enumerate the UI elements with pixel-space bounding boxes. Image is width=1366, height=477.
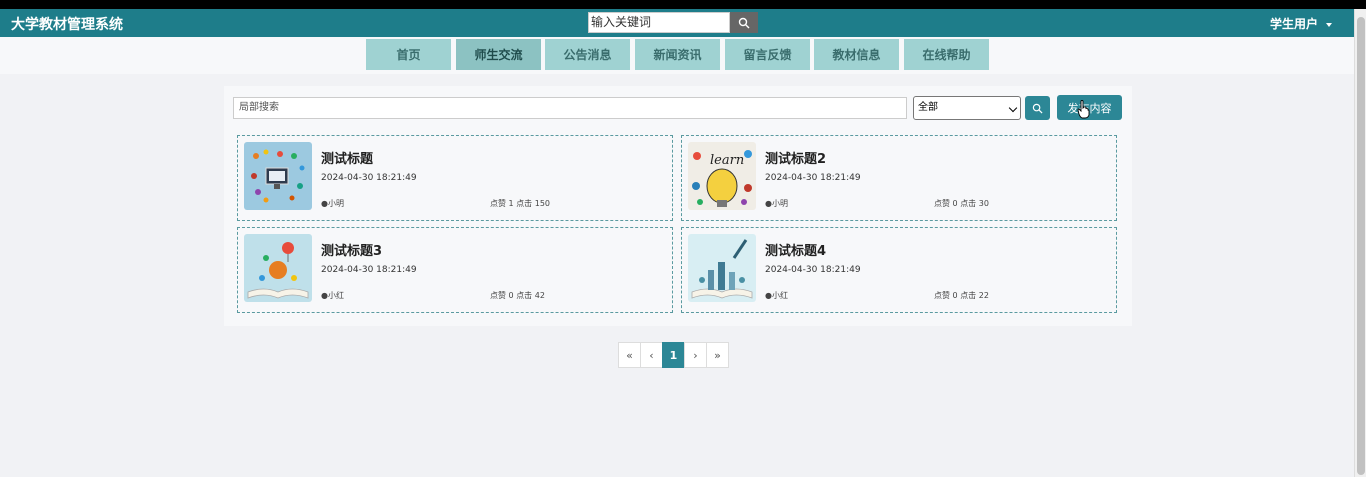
post-date: 2024-04-30 18:21:49 bbox=[321, 265, 417, 275]
hand-cursor-icon bbox=[1077, 100, 1090, 119]
search-button[interactable] bbox=[1025, 96, 1050, 120]
caret-down-icon bbox=[1326, 22, 1333, 27]
top-edge bbox=[0, 0, 1366, 9]
post-author: ●小红 bbox=[321, 291, 344, 300]
nav-announcements[interactable]: 公告消息 bbox=[545, 39, 630, 70]
post-title[interactable]: 测试标题2 bbox=[765, 148, 826, 167]
nav-feedback[interactable]: 留言反馈 bbox=[725, 39, 810, 70]
post-title[interactable]: 测试标题 bbox=[321, 148, 373, 167]
post-stats: 点赞 1 点击 150 bbox=[490, 199, 551, 208]
nav-news[interactable]: 新闻资讯 bbox=[635, 39, 720, 70]
scrollbar-thumb[interactable] bbox=[1357, 17, 1365, 475]
user-icon: ● bbox=[765, 199, 772, 208]
nav-communication[interactable]: 师生交流 bbox=[456, 39, 541, 70]
post-stats: 点赞 0 点击 30 bbox=[934, 199, 989, 208]
post-card[interactable]: 测试标题4 2024-04-30 18:21:49 ●小红 点赞 0 点击 22 bbox=[681, 227, 1117, 313]
header-search-input[interactable]: 输入关键词 bbox=[588, 12, 730, 33]
site-title: 大学教材管理系统 bbox=[11, 17, 123, 33]
user-label: 学生用户 bbox=[1270, 17, 1319, 31]
search-icon bbox=[1032, 103, 1043, 114]
post-author: ●小明 bbox=[321, 199, 344, 208]
local-search-input[interactable]: 局部搜索 bbox=[233, 97, 907, 119]
post-stats: 点赞 0 点击 42 bbox=[490, 291, 545, 300]
post-author: ●小红 bbox=[765, 291, 788, 300]
post-thumbnail[interactable] bbox=[244, 142, 312, 210]
user-menu[interactable]: 学生用户 bbox=[1270, 15, 1333, 32]
nav-help[interactable]: 在线帮助 bbox=[904, 39, 989, 70]
post-card[interactable]: 测试标题 2024-04-30 18:21:49 ●小明 点赞 1 点击 150 bbox=[237, 135, 673, 221]
post-title[interactable]: 测试标题3 bbox=[321, 240, 382, 259]
svg-text:learn: learn bbox=[710, 153, 744, 168]
page-prev-button[interactable]: ‹ bbox=[640, 342, 663, 368]
chevron-down-icon bbox=[1008, 103, 1018, 113]
nav-textbooks[interactable]: 教材信息 bbox=[814, 39, 899, 70]
category-select-value: 全部 bbox=[918, 102, 938, 113]
page-current-button[interactable]: 1 bbox=[662, 342, 685, 368]
post-thumbnail[interactable]: learn bbox=[688, 142, 756, 210]
post-title[interactable]: 测试标题4 bbox=[765, 240, 826, 259]
search-icon bbox=[738, 17, 750, 28]
scrollbar[interactable] bbox=[1354, 9, 1366, 477]
main-nav: 首页 师生交流 公告消息 新闻资讯 留言反馈 教材信息 在线帮助 bbox=[0, 37, 1354, 74]
user-icon: ● bbox=[321, 199, 328, 208]
nav-home[interactable]: 首页 bbox=[366, 39, 451, 70]
header-bar: 大学教材管理系统 输入关键词 学生用户 bbox=[0, 9, 1354, 37]
page-first-button[interactable]: « bbox=[618, 342, 641, 368]
user-icon: ● bbox=[321, 291, 328, 300]
header-search-button[interactable] bbox=[730, 12, 758, 33]
post-thumbnail[interactable] bbox=[244, 234, 312, 302]
post-stats: 点赞 0 点击 22 bbox=[934, 291, 989, 300]
page-next-button[interactable]: › bbox=[684, 342, 707, 368]
post-date: 2024-04-30 18:21:49 bbox=[321, 173, 417, 183]
post-thumbnail[interactable] bbox=[688, 234, 756, 302]
post-date: 2024-04-30 18:21:49 bbox=[765, 173, 861, 183]
user-icon: ● bbox=[765, 291, 772, 300]
category-select[interactable]: 全部 bbox=[913, 96, 1021, 120]
post-date: 2024-04-30 18:21:49 bbox=[765, 265, 861, 275]
page-last-button[interactable]: » bbox=[706, 342, 729, 368]
pagination: « ‹ 1 › » bbox=[618, 342, 729, 368]
post-card[interactable]: learn 测试标题2 2024-04-30 18:21:49 ●小明 点赞 0… bbox=[681, 135, 1117, 221]
post-card[interactable]: 测试标题3 2024-04-30 18:21:49 ●小红 点赞 0 点击 42 bbox=[237, 227, 673, 313]
post-author: ●小明 bbox=[765, 199, 788, 208]
